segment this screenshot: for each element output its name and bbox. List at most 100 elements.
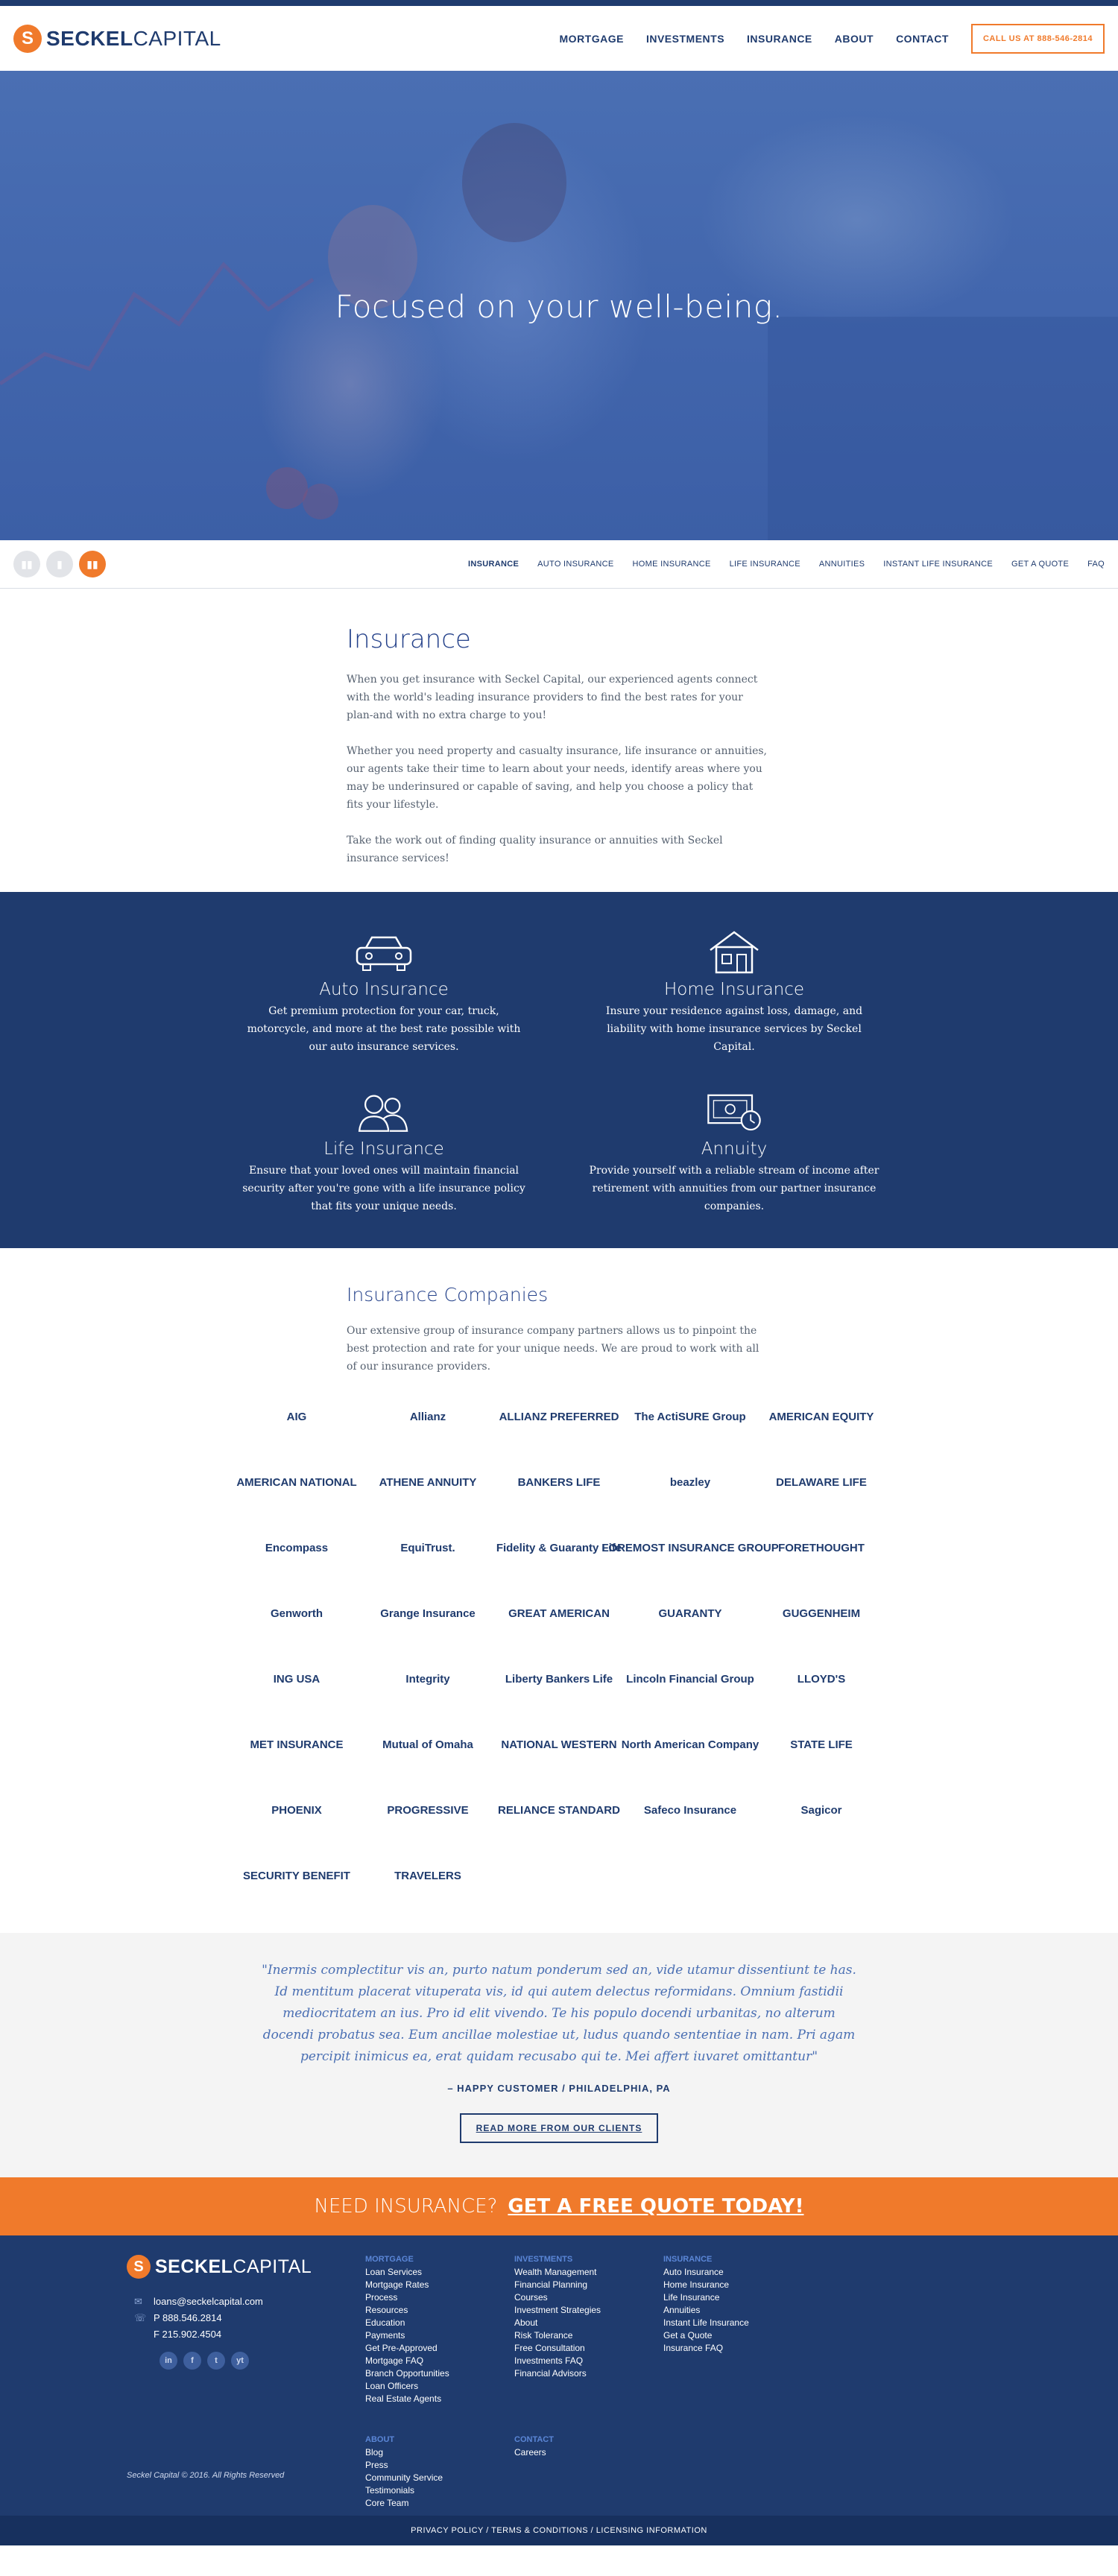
footer-link[interactable]: Real Estate Agents [365,2393,514,2405]
footer-column-heading[interactable]: INSURANCE [663,2255,812,2264]
facebook-icon[interactable]: f [183,2352,201,2370]
company-logo-label: PROGRESSIVE [387,1803,469,1817]
footer-link[interactable]: Risk Tolerance [514,2329,663,2342]
footer-column-heading[interactable]: CONTACT [514,2435,663,2444]
footer-link[interactable]: Annuities [663,2304,812,2317]
chart-icon[interactable]: ▮ [46,551,73,577]
bars-icon-active[interactable]: ▮▮ [79,551,106,577]
subnav-faq[interactable]: FAQ [1087,560,1105,569]
footer-link[interactable]: Financial Advisors [514,2367,663,2380]
footer-link[interactable]: Financial Planning [514,2279,663,2291]
footer-link[interactable]: Careers [514,2446,663,2459]
footer-link[interactable]: Investment Strategies [514,2304,663,2317]
footer-link[interactable]: Home Insurance [663,2279,812,2291]
footer-link[interactable]: Courses [514,2291,663,2304]
footer-link[interactable]: Mortgage Rates [365,2279,514,2291]
main-header: S SECKELCAPITAL MORTGAGE INVESTMENTS INS… [0,6,1118,71]
company-logo: The ActiSURE Group [625,1396,756,1437]
call-us-button[interactable]: CALL US AT 888-546-2814 [970,23,1105,54]
footer-link[interactable]: Investments FAQ [514,2355,663,2367]
footer-link[interactable]: Loan Services [365,2266,514,2279]
company-logo: GUGGENHEIM [756,1593,887,1633]
company-logo-label: Integrity [405,1672,450,1686]
footer-column-heading[interactable]: ABOUT [365,2435,514,2444]
nav-mortgage[interactable]: MORTGAGE [560,33,624,45]
footer-link[interactable]: Testimonials [365,2484,514,2497]
footer-link[interactable]: Press [365,2459,514,2472]
footer-link[interactable]: Insurance FAQ [663,2342,812,2355]
footer-link[interactable]: Life Insurance [663,2291,812,2304]
nav-about[interactable]: ABOUT [835,33,874,45]
footer-link[interactable]: Payments [365,2329,514,2342]
footer-link[interactable]: Get Pre-Approved [365,2342,514,2355]
subnav-instant-life[interactable]: INSTANT LIFE INSURANCE [883,560,993,569]
footer-link[interactable]: Process [365,2291,514,2304]
footer-column-heading[interactable]: MORTGAGE [365,2255,514,2264]
company-logo: EquiTrust. [362,1528,493,1568]
company-logo: North American Company [622,1724,759,1765]
subnav-get-quote[interactable]: GET A QUOTE [1011,560,1069,569]
subnav-home-insurance[interactable]: HOME INSURANCE [633,560,711,569]
footer-link[interactable]: Blog [365,2446,514,2459]
footer-link[interactable]: Mortgage FAQ [365,2355,514,2367]
footer-column: CONTACT Careers [514,2435,663,2510]
read-more-button[interactable]: READ MORE FROM OUR CLIENTS [459,2113,659,2143]
cta-link[interactable]: GET A FREE QUOTE TODAY! [508,2195,803,2218]
footer-link[interactable]: About [514,2317,663,2329]
companies-section: Insurance Companies Our extensive group … [0,1248,1118,1933]
twitter-icon[interactable]: t [207,2352,225,2370]
mail-icon: ✉ [134,2296,142,2307]
youtube-icon[interactable]: yt [231,2352,249,2370]
company-logo: Mutual of Omaha [362,1724,493,1765]
company-logo-label: NATIONAL WESTERN [501,1738,617,1751]
nav-insurance[interactable]: INSURANCE [747,33,812,45]
footer-column: INVESTMENTS Wealth Management Financial Pl… [514,2255,663,2405]
footer-email[interactable]: loans@seckelcapital.com [154,2294,263,2310]
footer-phone[interactable]: P 888.546.2814 [154,2310,222,2326]
footer-link[interactable]: Get a Quote [663,2329,812,2342]
service-home[interactable]: Home Insurance Insure your residence aga… [589,929,879,1086]
subnav-insurance[interactable]: INSURANCE [468,560,519,569]
subnav-life-insurance[interactable]: LIFE INSURANCE [730,560,800,569]
footer-contact: ✉ loans@seckelcapital.com ☏ P 888.546.2814… [127,2294,335,2343]
company-logo-label: MET INSURANCE [250,1738,344,1751]
nav-investments[interactable]: INVESTMENTS [646,33,724,45]
footer-link[interactable]: Education [365,2317,514,2329]
company-logo-label: AMERICAN NATIONAL [236,1475,357,1489]
linkedin-icon[interactable]: in [160,2352,177,2370]
footer-link[interactable]: Resources [365,2304,514,2317]
company-logo: AMERICAN EQUITY [756,1396,887,1437]
legal-bar[interactable]: PRIVACY POLICY / TERMS & CONDITIONS / LI… [0,2516,1118,2545]
footer-link[interactable]: Loan Officers [365,2380,514,2393]
service-auto[interactable]: Auto Insurance Get premium protection fo… [239,929,529,1086]
company-logo: BANKERS LIFE [493,1462,625,1502]
bars-icon-1[interactable]: ▮▮ [13,551,40,577]
company-logo-label: ALLIANZ PREFERRED [499,1410,619,1423]
site-logo[interactable]: S SECKELCAPITAL [13,24,221,53]
logo-mark-icon: S [127,2255,151,2279]
footer-link[interactable]: Core Team [365,2497,514,2510]
company-logo: ATHENE ANNUITY [362,1462,493,1502]
intro-paragraph: When you get insurance with Seckel Capit… [347,674,758,721]
footer-link[interactable]: Community Service [365,2472,514,2484]
subnav-annuities[interactable]: ANNUITIES [819,560,865,569]
companies-text: Our extensive group of insurance company… [347,1325,759,1373]
footer-link[interactable]: Auto Insurance [663,2266,812,2279]
subnav-auto-insurance[interactable]: AUTO INSURANCE [537,560,613,569]
company-logo: ING USA [231,1659,362,1699]
nav-contact[interactable]: CONTACT [896,33,949,45]
footer-column-heading[interactable]: INVESTMENTS [514,2255,663,2264]
service-title: Annuity [701,1139,768,1159]
copyright: Seckel Capital © 2016. All Rights Reserv… [127,2471,285,2480]
footer-logo[interactable]: S SECKELCAPITAL [127,2255,335,2279]
footer-link[interactable]: Free Consultation [514,2342,663,2355]
logo-text: SECKELCAPITAL [155,2256,312,2277]
company-logo: LLOYD'S [756,1659,887,1699]
company-logo-label: SECURITY BENEFIT [243,1869,350,1882]
footer-link[interactable]: Branch Opportunities [365,2367,514,2380]
footer-link[interactable]: Instant Life Insurance [663,2317,812,2329]
logo-text: SECKELCAPITAL [46,26,221,50]
service-annuity[interactable]: Annuity Provide yourself with a reliable… [589,1089,879,1245]
service-life[interactable]: Life Insurance Ensure that your loved on… [239,1089,529,1245]
footer-link[interactable]: Wealth Management [514,2266,663,2279]
